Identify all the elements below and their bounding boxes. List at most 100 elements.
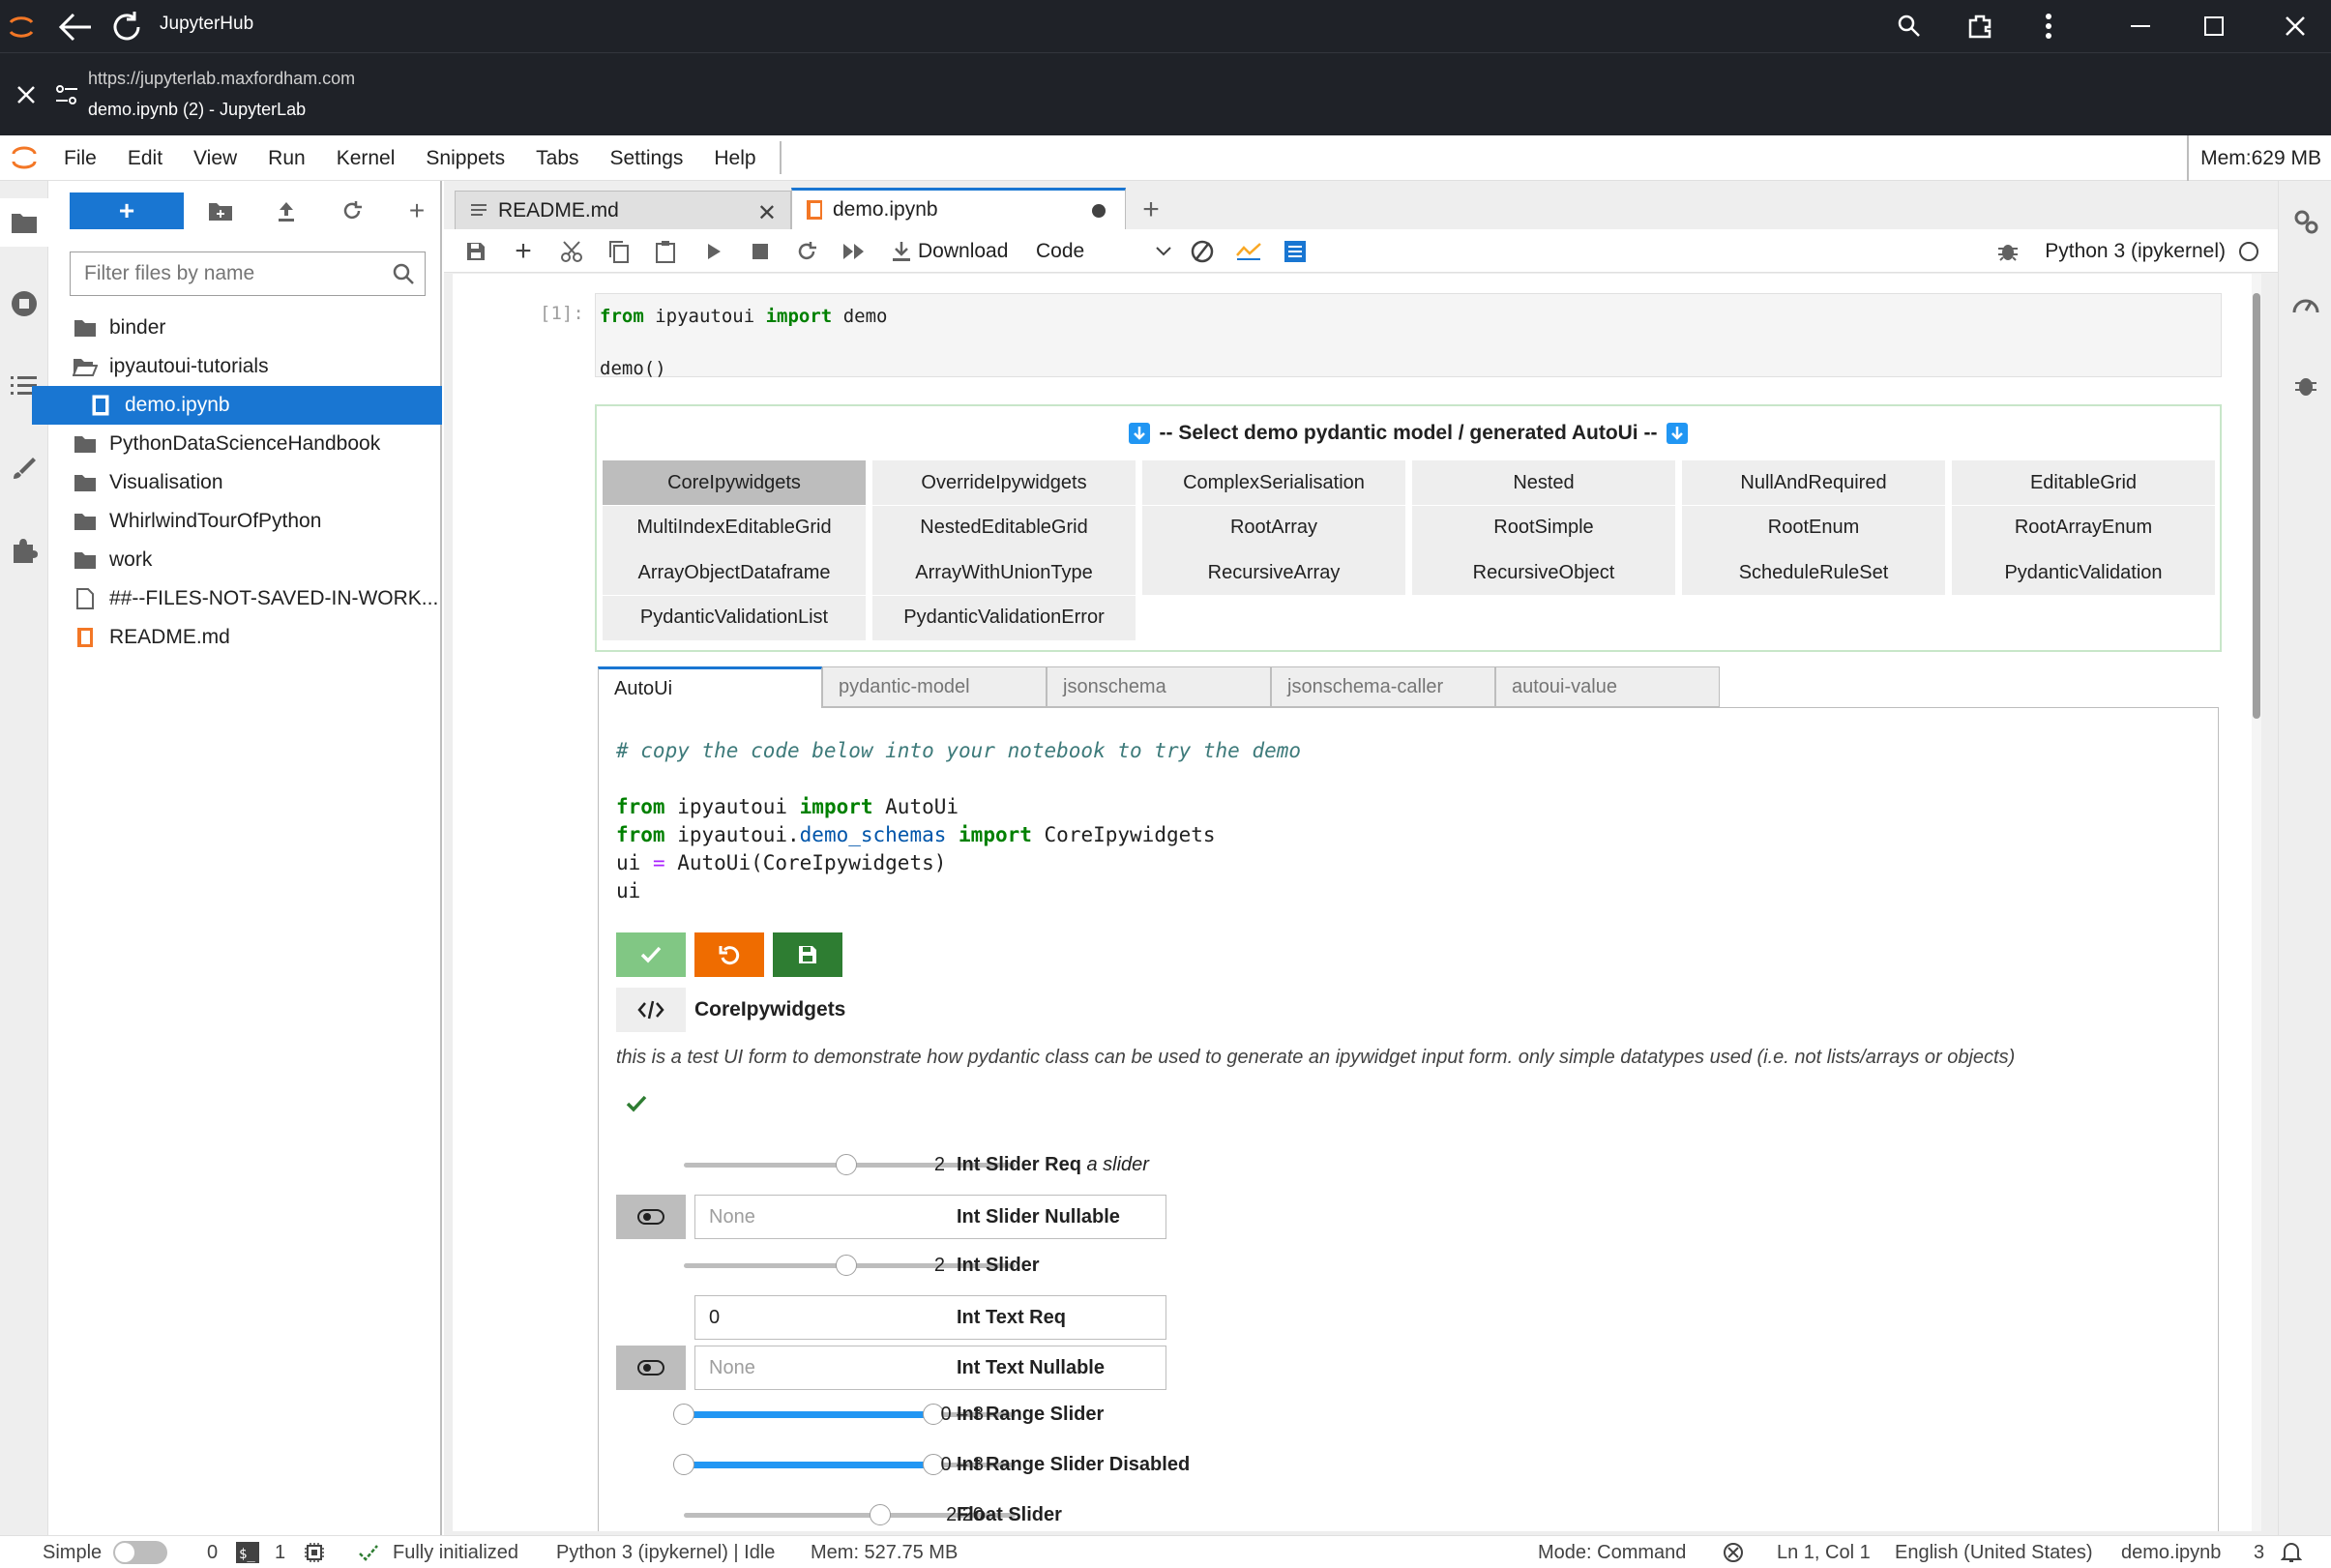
lsp-status[interactable]: Fully initialized <box>393 1536 518 1568</box>
file-item[interactable]: Visualisation <box>49 463 442 502</box>
code-cell-input[interactable]: from ipyautoui import demo demo() <box>595 293 2222 379</box>
debugger-icon[interactable] <box>1993 229 2022 273</box>
notification-count[interactable]: 3 <box>2254 1536 2264 1568</box>
file-item[interactable]: demo.ipynb <box>32 386 442 425</box>
save-icon[interactable] <box>461 229 490 273</box>
stop-icon[interactable] <box>744 229 777 273</box>
upload-icon[interactable] <box>267 192 306 229</box>
close-window-icon[interactable] <box>2261 0 2329 52</box>
demo-button[interactable]: ComplexSerialisation <box>1142 460 1405 505</box>
shield-check-icon[interactable] <box>1722 1536 1745 1568</box>
resource-usage-icon[interactable] <box>2279 280 2331 328</box>
scrollbar-thumb[interactable] <box>2253 293 2260 719</box>
show-code-button[interactable] <box>616 988 686 1032</box>
file-browser-icon[interactable] <box>0 198 48 247</box>
file-item[interactable]: PythonDataScienceHandbook <box>49 425 442 463</box>
minimize-icon[interactable] <box>2107 0 2174 52</box>
new-tab-plus-icon[interactable]: + <box>1134 192 1168 227</box>
tab-readme[interactable]: README.md ✕ <box>455 191 791 229</box>
int-text-input[interactable]: 0 <box>694 1295 1166 1340</box>
running-sessions-icon[interactable] <box>0 280 48 328</box>
more-vert-icon[interactable] <box>2015 0 2082 52</box>
file-item[interactable]: binder <box>49 309 442 347</box>
demo-button[interactable]: PydanticValidationList <box>603 595 866 640</box>
terminals-count[interactable]: 0 <box>207 1536 218 1568</box>
menu-kernel[interactable]: Kernel <box>321 135 411 181</box>
extension-icon[interactable] <box>1946 0 2014 52</box>
demo-button[interactable]: RootSimple <box>1412 505 1675 550</box>
cut-icon[interactable] <box>555 229 588 273</box>
demo-button[interactable]: RootArrayEnum <box>1952 505 2215 550</box>
demo-button[interactable]: EditableGrid <box>1952 460 2215 505</box>
revert-button[interactable] <box>694 932 764 977</box>
kernel-name[interactable]: Python 3 (ipykernel) <box>2042 229 2226 273</box>
property-inspector-icon[interactable] <box>0 444 48 492</box>
output-tab-autoui[interactable]: AutoUi <box>598 666 822 709</box>
menu-tabs[interactable]: Tabs <box>520 135 594 181</box>
kernels-count[interactable]: 1 <box>275 1536 285 1568</box>
insert-cell-icon[interactable]: + <box>509 229 538 273</box>
demo-button[interactable]: NullAndRequired <box>1682 460 1945 505</box>
file-item[interactable]: ##--FILES-NOT-SAVED-IN-WORK... <box>49 579 442 618</box>
menu-snippets[interactable]: Snippets <box>410 135 520 181</box>
debugger-bug-icon[interactable] <box>2279 362 2331 410</box>
list-view-icon[interactable] <box>1278 229 1313 273</box>
nullable-toggle-button[interactable] <box>616 1195 686 1239</box>
bell-icon[interactable] <box>2281 1536 2302 1568</box>
demo-button[interactable]: RootArray <box>1142 505 1405 550</box>
restart-run-all-icon[interactable] <box>837 229 871 273</box>
range-thumb-low[interactable] <box>673 1404 694 1425</box>
demo-button[interactable]: RecursiveArray <box>1142 550 1405 595</box>
slider-thumb[interactable] <box>836 1255 857 1276</box>
unsaved-dot-icon[interactable] <box>1092 204 1106 218</box>
demo-button[interactable]: OverrideIpywidgets <box>872 460 1136 505</box>
close-icon[interactable] <box>14 82 39 107</box>
menu-file[interactable]: File <box>48 135 112 181</box>
menu-help[interactable]: Help <box>698 135 771 181</box>
menu-view[interactable]: View <box>178 135 252 181</box>
notebook-scrollbar[interactable] <box>2252 274 2261 1531</box>
voila-preview-icon[interactable] <box>1231 229 1266 273</box>
language-status[interactable]: English (United States) <box>1895 1536 2093 1568</box>
demo-button[interactable]: ArrayWithUnionType <box>872 550 1136 595</box>
demo-button[interactable]: Nested <box>1412 460 1675 505</box>
demo-button[interactable]: RootEnum <box>1682 505 1945 550</box>
demo-button[interactable]: PydanticValidation <box>1952 550 2215 595</box>
demo-button[interactable]: ScheduleRuleSet <box>1682 550 1945 595</box>
demo-button[interactable]: MultiIndexEditableGrid <box>603 505 866 550</box>
new-folder-icon[interactable] <box>201 192 240 229</box>
slider-thumb[interactable] <box>836 1154 857 1175</box>
run-icon[interactable] <box>697 229 730 273</box>
file-item[interactable]: WhirlwindTourOfPython <box>49 502 442 541</box>
demo-button[interactable]: NestedEditableGrid <box>872 505 1136 550</box>
git-icon[interactable] <box>1185 229 1220 273</box>
restart-icon[interactable] <box>790 229 823 273</box>
close-tab-icon[interactable]: ✕ <box>757 199 777 227</box>
save-form-button[interactable] <box>773 932 842 977</box>
extension-manager-icon[interactable] <box>0 526 48 575</box>
kernel-status[interactable]: Python 3 (ipykernel) | Idle <box>556 1536 775 1568</box>
menu-run[interactable]: Run <box>252 135 321 181</box>
demo-button[interactable]: ArrayObjectDataframe <box>603 550 866 595</box>
new-file-plus-icon[interactable]: + <box>398 192 436 229</box>
output-tab-jsonschema[interactable]: jsonschema <box>1047 666 1271 707</box>
file-item[interactable]: README.md <box>49 618 442 657</box>
filter-input[interactable] <box>71 252 380 295</box>
demo-button[interactable]: RecursiveObject <box>1412 550 1675 595</box>
validate-button[interactable] <box>616 932 686 977</box>
demo-button[interactable]: CoreIpywidgets <box>603 460 866 505</box>
property-inspector-gear-icon[interactable] <box>2279 197 2331 246</box>
download-button[interactable]: Download <box>891 229 1018 273</box>
maximize-icon[interactable] <box>2180 0 2248 52</box>
cursor-position[interactable]: Ln 1, Col 1 <box>1777 1536 1871 1568</box>
url-text[interactable]: https://jupyterlab.maxfordham.com <box>88 69 355 89</box>
menu-settings[interactable]: Settings <box>595 135 699 181</box>
output-tab-pydantic-model[interactable]: pydantic-model <box>822 666 1047 707</box>
simple-mode-toggle[interactable] <box>113 1536 167 1568</box>
demo-button[interactable]: PydanticValidationError <box>872 595 1136 640</box>
zoom-icon[interactable] <box>1875 0 1943 52</box>
tab-demo-ipynb[interactable]: demo.ipynb <box>791 188 1126 229</box>
back-arrow-icon[interactable] <box>56 10 95 44</box>
output-tab-autoui-value[interactable]: autoui-value <box>1495 666 1720 707</box>
output-tab-jsonschema-caller[interactable]: jsonschema-caller <box>1271 666 1495 707</box>
